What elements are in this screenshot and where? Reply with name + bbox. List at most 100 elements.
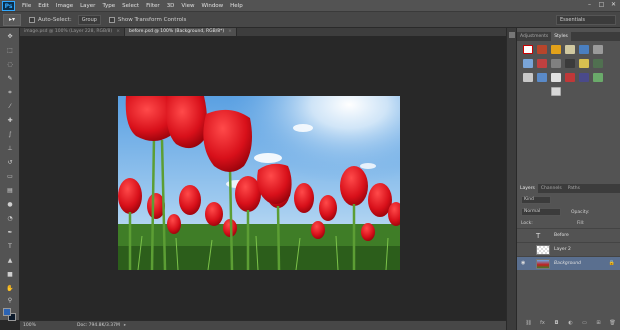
style-swatch[interactable] bbox=[593, 59, 603, 68]
filter-kind-label: Kind bbox=[524, 197, 534, 202]
menu-file[interactable]: File bbox=[22, 3, 31, 9]
foreground-color-swatch[interactable] bbox=[3, 308, 11, 316]
pen-tool-icon[interactable]: ✒ bbox=[4, 228, 16, 238]
type-tool-icon[interactable]: T bbox=[4, 242, 16, 252]
visibility-toggle-icon[interactable] bbox=[521, 246, 527, 252]
style-swatch[interactable] bbox=[565, 73, 575, 82]
panel-dock: Adjustments Styles Layers Channels Paths… bbox=[516, 28, 620, 330]
blur-tool-icon[interactable]: ● bbox=[4, 200, 16, 210]
maximize-icon[interactable]: □ bbox=[597, 1, 606, 9]
style-swatch[interactable] bbox=[565, 59, 575, 68]
tab-image-psd[interactable]: image.psd @ 100% (Layer 228, RGB/8) × bbox=[20, 28, 125, 36]
visibility-toggle-icon[interactable] bbox=[521, 232, 527, 238]
clone-stamp-tool-icon[interactable]: ⊥ bbox=[4, 144, 16, 154]
style-swatch[interactable] bbox=[523, 73, 533, 82]
new-layer-icon[interactable]: ⊞ bbox=[595, 320, 602, 327]
history-brush-tool-icon[interactable]: ↺ bbox=[4, 158, 16, 168]
gradient-tool-icon[interactable]: ▤ bbox=[4, 186, 16, 196]
menu-help[interactable]: Help bbox=[230, 3, 243, 9]
style-swatch[interactable] bbox=[593, 73, 603, 82]
menu-type[interactable]: Type bbox=[102, 3, 115, 9]
style-swatch[interactable] bbox=[537, 59, 547, 68]
tab-adjustments[interactable]: Adjustments bbox=[517, 32, 551, 41]
layer-row-background[interactable]: ◉ Background 🔒 bbox=[517, 256, 620, 270]
brush-tool-icon[interactable]: ∫ bbox=[4, 130, 16, 140]
options-bar: ▸▾ Auto-Select: Group Show Transform Con… bbox=[0, 11, 620, 28]
style-swatch[interactable] bbox=[537, 73, 547, 82]
healing-brush-tool-icon[interactable]: ✚ bbox=[4, 116, 16, 126]
crop-tool-icon[interactable]: ⌗ bbox=[4, 88, 16, 98]
tulips-image[interactable] bbox=[118, 96, 400, 270]
opacity-label: Opacity: bbox=[571, 210, 590, 215]
style-swatch[interactable] bbox=[537, 45, 547, 54]
dock-grip-icon[interactable] bbox=[509, 32, 515, 38]
style-swatch[interactable] bbox=[551, 73, 561, 82]
eyedropper-tool-icon[interactable]: ⁄ bbox=[4, 102, 16, 112]
photoshop-logo: Ps bbox=[2, 0, 15, 11]
layer-row-layer-2[interactable]: Layer 2 bbox=[517, 242, 620, 256]
status-bar: 100% Doc: 794.8K/3.37M ▸ bbox=[20, 320, 506, 330]
layer-name: Background bbox=[554, 261, 581, 266]
zoom-tool-icon[interactable]: ⚲ bbox=[4, 296, 16, 306]
tab-paths[interactable]: Paths bbox=[565, 184, 583, 193]
blend-mode-dropdown[interactable]: Normal bbox=[521, 208, 561, 216]
close-icon[interactable]: × bbox=[116, 29, 120, 34]
close-icon[interactable]: ✕ bbox=[609, 1, 618, 9]
style-swatch[interactable] bbox=[565, 45, 575, 54]
layer-style-icon[interactable]: fx bbox=[539, 320, 546, 327]
tab-styles[interactable]: Styles bbox=[551, 32, 571, 41]
menu-select[interactable]: Select bbox=[122, 3, 139, 9]
photoshop-window: Ps File Edit Image Layer Type Select Fil… bbox=[0, 0, 620, 330]
menu-3d[interactable]: 3D bbox=[167, 3, 175, 9]
hand-tool-icon[interactable]: ✋ bbox=[4, 284, 16, 294]
menu-layer[interactable]: Layer bbox=[80, 3, 95, 9]
shape-tool-icon[interactable]: ■ bbox=[4, 270, 16, 280]
menu-image[interactable]: Image bbox=[56, 3, 73, 9]
move-tool-preset-icon[interactable]: ▸▾ bbox=[3, 13, 21, 26]
tab-channels[interactable]: Channels bbox=[538, 184, 565, 193]
collapsed-panel-dock bbox=[506, 28, 516, 330]
dodge-tool-icon[interactable]: ◔ bbox=[4, 214, 16, 224]
show-transform-checkbox[interactable] bbox=[108, 16, 115, 23]
menu-view[interactable]: View bbox=[181, 3, 194, 9]
path-selection-tool-icon[interactable]: ▲ bbox=[4, 256, 16, 266]
style-swatch[interactable] bbox=[579, 73, 589, 82]
lasso-tool-icon[interactable]: ◌ bbox=[4, 60, 16, 70]
document-tab-bar: image.psd @ 100% (Layer 228, RGB/8) × bef… bbox=[20, 28, 506, 36]
move-tool-icon[interactable]: ✥ bbox=[4, 32, 16, 42]
style-swatch[interactable] bbox=[523, 59, 533, 68]
style-swatch[interactable] bbox=[551, 87, 561, 96]
show-transform-label: Show Transform Controls bbox=[117, 16, 187, 23]
style-swatch[interactable] bbox=[593, 45, 603, 54]
eye-icon[interactable]: ◉ bbox=[521, 260, 527, 266]
adjustment-layer-icon[interactable]: ◐ bbox=[567, 320, 574, 327]
auto-select-checkbox[interactable] bbox=[29, 16, 35, 23]
window-controls: – □ ✕ bbox=[585, 1, 618, 9]
style-swatch[interactable] bbox=[551, 59, 561, 68]
tab-layers[interactable]: Layers bbox=[517, 184, 538, 193]
trash-icon[interactable]: 🗑 bbox=[609, 320, 616, 327]
style-swatch[interactable] bbox=[523, 45, 533, 54]
menu-edit[interactable]: Edit bbox=[38, 3, 49, 9]
marquee-tool-icon[interactable]: ⬚ bbox=[4, 46, 16, 56]
layer-row-before[interactable]: T Before bbox=[517, 228, 620, 242]
layer-mask-icon[interactable]: ◘ bbox=[553, 320, 560, 327]
style-swatch[interactable] bbox=[579, 45, 589, 54]
minimize-icon[interactable]: – bbox=[585, 1, 594, 9]
eraser-tool-icon[interactable]: ▭ bbox=[4, 172, 16, 182]
filter-kind-dropdown[interactable]: Kind bbox=[521, 196, 551, 204]
style-swatch[interactable] bbox=[579, 59, 589, 68]
link-layers-icon[interactable]: ⛓ bbox=[525, 320, 532, 327]
new-group-icon[interactable]: ▭ bbox=[581, 320, 588, 327]
zoom-level[interactable]: 100% bbox=[23, 323, 51, 328]
menu-filter[interactable]: Filter bbox=[146, 3, 160, 9]
auto-select-dropdown[interactable]: Group bbox=[77, 14, 101, 25]
quick-select-tool-icon[interactable]: ✎ bbox=[4, 74, 16, 84]
close-icon[interactable]: × bbox=[228, 29, 232, 34]
menu-window[interactable]: Window bbox=[201, 3, 223, 9]
status-arrow-icon[interactable]: ▸ bbox=[124, 323, 126, 328]
menu-bar: Ps File Edit Image Layer Type Select Fil… bbox=[0, 0, 620, 11]
tab-before-psd[interactable]: before.psd @ 100% (Background, RGB/8*) × bbox=[124, 28, 237, 36]
workspace-dropdown[interactable]: Essentials bbox=[556, 15, 616, 25]
style-swatch[interactable] bbox=[551, 45, 561, 54]
